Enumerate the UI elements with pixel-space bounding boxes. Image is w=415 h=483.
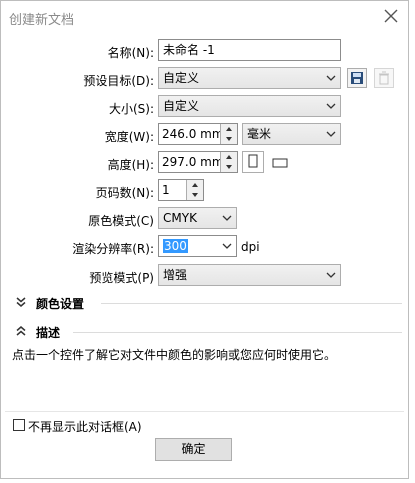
trash-icon xyxy=(379,71,389,85)
pages-value: 1 xyxy=(162,183,170,197)
close-icon[interactable] xyxy=(382,7,400,25)
width-label: 宽度(W): xyxy=(104,130,154,144)
color-mode-dropdown[interactable]: CMYK xyxy=(158,207,237,229)
preview-dropdown[interactable]: 增强 xyxy=(158,264,341,286)
chevron-down-icon xyxy=(326,103,336,109)
preview-value: 增强 xyxy=(163,268,188,282)
new-document-dialog: 创建新文档 名称(N): 未命名 -1 预设目标(D): 自定义 大小(S): … xyxy=(0,0,409,479)
spin-down-icon[interactable] xyxy=(221,134,237,144)
title-bar: 创建新文档 xyxy=(1,1,408,33)
expand-icon[interactable] xyxy=(15,296,27,308)
spin-up-icon[interactable] xyxy=(221,124,237,134)
preset-value: 自定义 xyxy=(163,71,200,85)
description-text: 点击一个控件了解它对文件中颜色的影响或您应何时使用它。 xyxy=(12,348,337,362)
unit-dropdown[interactable]: 毫米 xyxy=(242,123,341,145)
delete-preset-button[interactable] xyxy=(374,68,394,88)
width-spinner[interactable] xyxy=(220,124,237,144)
footer-divider xyxy=(5,411,404,412)
height-value: 297.0 mm xyxy=(162,155,224,169)
chevron-down-icon xyxy=(326,272,336,278)
resolution-unit: dpi xyxy=(241,240,260,254)
color-settings-section[interactable]: 颜色设置 xyxy=(36,295,84,312)
pages-input[interactable]: 1 xyxy=(158,179,204,201)
height-spinner[interactable] xyxy=(220,152,237,172)
chevron-down-icon xyxy=(326,75,336,81)
portrait-button[interactable] xyxy=(242,151,264,173)
landscape-button[interactable] xyxy=(269,151,291,173)
chevron-down-icon xyxy=(222,243,232,249)
pages-label: 页码数(N): xyxy=(95,186,154,200)
dialog-title: 创建新文档 xyxy=(9,13,75,28)
width-input[interactable]: 246.0 mm xyxy=(158,123,238,145)
section-divider xyxy=(73,332,402,333)
ok-button[interactable]: 确定 xyxy=(155,438,232,461)
section-divider xyxy=(101,303,402,304)
description-section[interactable]: 描述 xyxy=(36,324,60,341)
preview-label: 预览模式(P) xyxy=(89,271,154,285)
portrait-icon xyxy=(248,154,258,168)
chevron-down-icon xyxy=(222,215,232,221)
spin-up-icon[interactable] xyxy=(187,180,203,190)
save-icon xyxy=(351,72,363,84)
dont-show-checkbox[interactable] xyxy=(13,419,25,431)
preset-dropdown[interactable]: 自定义 xyxy=(158,67,341,89)
color-mode-label: 原色模式(C) xyxy=(88,214,154,228)
spin-down-icon[interactable] xyxy=(187,190,203,200)
dont-show-label[interactable]: 不再显示此对话框(A) xyxy=(28,418,142,435)
height-input[interactable]: 297.0 mm xyxy=(158,151,238,173)
name-input[interactable]: 未命名 -1 xyxy=(158,39,341,61)
width-value: 246.0 mm xyxy=(162,127,224,141)
resolution-combobox[interactable]: 300 xyxy=(158,235,237,257)
spin-up-icon[interactable] xyxy=(221,152,237,162)
size-dropdown[interactable]: 自定义 xyxy=(158,95,341,117)
unit-value: 毫米 xyxy=(247,127,272,141)
spin-down-icon[interactable] xyxy=(221,162,237,172)
chevron-down-icon xyxy=(326,131,336,137)
name-label: 名称(N): xyxy=(107,46,154,60)
preset-label: 预设目标(D): xyxy=(83,74,154,88)
collapse-icon[interactable] xyxy=(15,325,27,337)
size-value: 自定义 xyxy=(163,99,200,113)
color-mode-value: CMYK xyxy=(163,211,197,225)
resolution-label: 渲染分辨率(R): xyxy=(72,242,154,256)
height-label: 高度(H): xyxy=(107,158,154,172)
pages-spinner[interactable] xyxy=(186,180,203,200)
save-preset-button[interactable] xyxy=(347,68,367,88)
resolution-value[interactable]: 300 xyxy=(163,239,188,253)
size-label: 大小(S): xyxy=(108,102,154,116)
landscape-icon xyxy=(272,158,288,168)
